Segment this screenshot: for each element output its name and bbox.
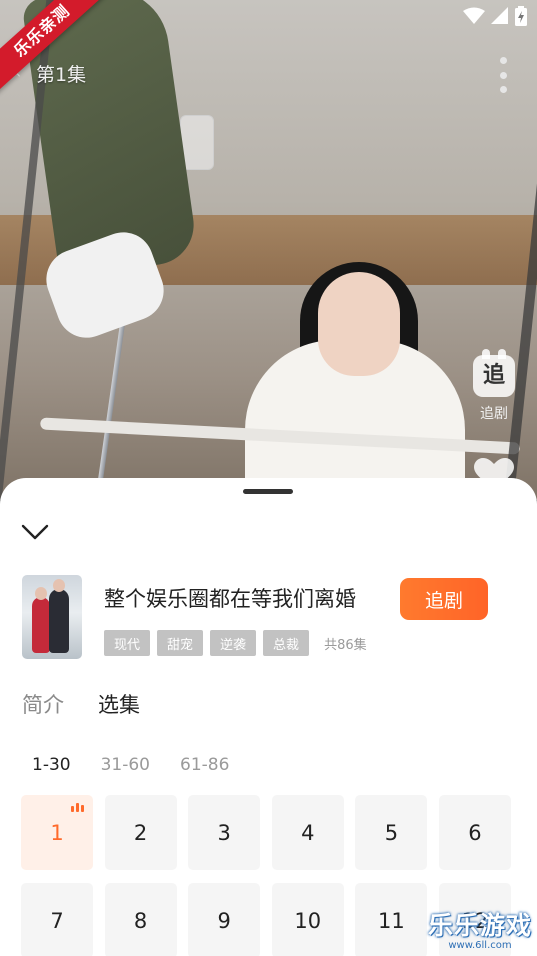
episode-item[interactable]: 9 xyxy=(188,883,261,956)
episode-number: 9 xyxy=(217,908,231,933)
episode-number: 8 xyxy=(133,908,148,933)
playing-bars-icon xyxy=(71,803,84,812)
follow-side-button[interactable]: 追 追剧 xyxy=(470,349,518,423)
section-tabs: 简介 选集 xyxy=(22,689,140,719)
range-tab-31-60[interactable]: 31-60 xyxy=(101,755,150,775)
tab-intro[interactable]: 简介 xyxy=(22,689,64,719)
drama-tag: 甜宠 xyxy=(157,630,204,656)
site-watermark-name: 乐乐游戏 xyxy=(427,911,532,940)
episode-number: 4 xyxy=(301,820,315,845)
episode-number: 7 xyxy=(50,908,64,933)
episode-range-tabs: 1-30 31-60 61-86 xyxy=(32,755,229,775)
follow-side-label: 追剧 xyxy=(480,406,508,422)
follow-drama-button[interactable]: 追剧 xyxy=(400,578,488,620)
episode-number: 2 xyxy=(133,820,148,845)
range-tab-61-86[interactable]: 61-86 xyxy=(180,755,229,775)
episode-number: 11 xyxy=(378,908,405,933)
episode-sheet: 整个娱乐圈都在等我们离婚 追剧 现代 甜宠 逆袭 总裁 共86集 简介 选集 1… xyxy=(0,478,537,956)
episode-item[interactable]: 8 xyxy=(104,883,177,956)
tab-episodes[interactable]: 选集 xyxy=(98,689,140,719)
episode-number: 3 xyxy=(217,820,231,845)
drama-tag: 逆袭 xyxy=(210,630,257,656)
episode-number: 10 xyxy=(294,908,322,933)
episode-number: 5 xyxy=(384,820,399,845)
drama-title: 整个娱乐圈都在等我们离婚 xyxy=(104,587,356,611)
battery-icon xyxy=(515,6,527,26)
signal-icon xyxy=(491,7,508,24)
episode-item[interactable]: 4 xyxy=(271,795,344,870)
drama-tag: 总裁 xyxy=(263,630,310,656)
drama-tag: 现代 xyxy=(104,630,151,656)
episode-title: 第1集 xyxy=(36,64,87,86)
episode-item[interactable]: 7 xyxy=(21,883,93,956)
episode-item[interactable]: 10 xyxy=(271,883,344,956)
episode-item[interactable]: 6 xyxy=(438,795,511,870)
wifi-icon xyxy=(463,7,485,24)
more-vertical-icon[interactable] xyxy=(493,55,513,95)
video-player[interactable]: ‹ 第1集 追 追剧 乐乐亲测 xyxy=(0,0,537,500)
episode-number: 1 xyxy=(50,820,64,845)
episode-item[interactable]: 3 xyxy=(188,795,261,870)
drama-cover-image[interactable] xyxy=(22,575,82,659)
follow-icon: 追 xyxy=(473,349,515,397)
total-episodes: 共86集 xyxy=(324,637,367,653)
episode-item[interactable]: 5 xyxy=(355,795,428,870)
drama-tags: 现代 甜宠 逆袭 总裁 共86集 xyxy=(104,630,367,656)
episode-item[interactable]: 2 xyxy=(104,795,177,870)
status-bar xyxy=(463,6,527,26)
site-watermark: 乐乐游戏 www.6ll.com xyxy=(424,906,536,951)
drama-info: 整个娱乐圈都在等我们离婚 追剧 现代 甜宠 逆袭 总裁 共86集 xyxy=(22,575,522,661)
episode-item[interactable]: 1 xyxy=(21,795,93,870)
range-tab-1-30[interactable]: 1-30 xyxy=(32,755,71,775)
episode-number: 6 xyxy=(468,820,482,845)
episode-item[interactable]: 11 xyxy=(355,883,428,956)
chevron-down-icon[interactable] xyxy=(20,520,50,544)
sheet-grab-handle[interactable] xyxy=(243,489,293,494)
